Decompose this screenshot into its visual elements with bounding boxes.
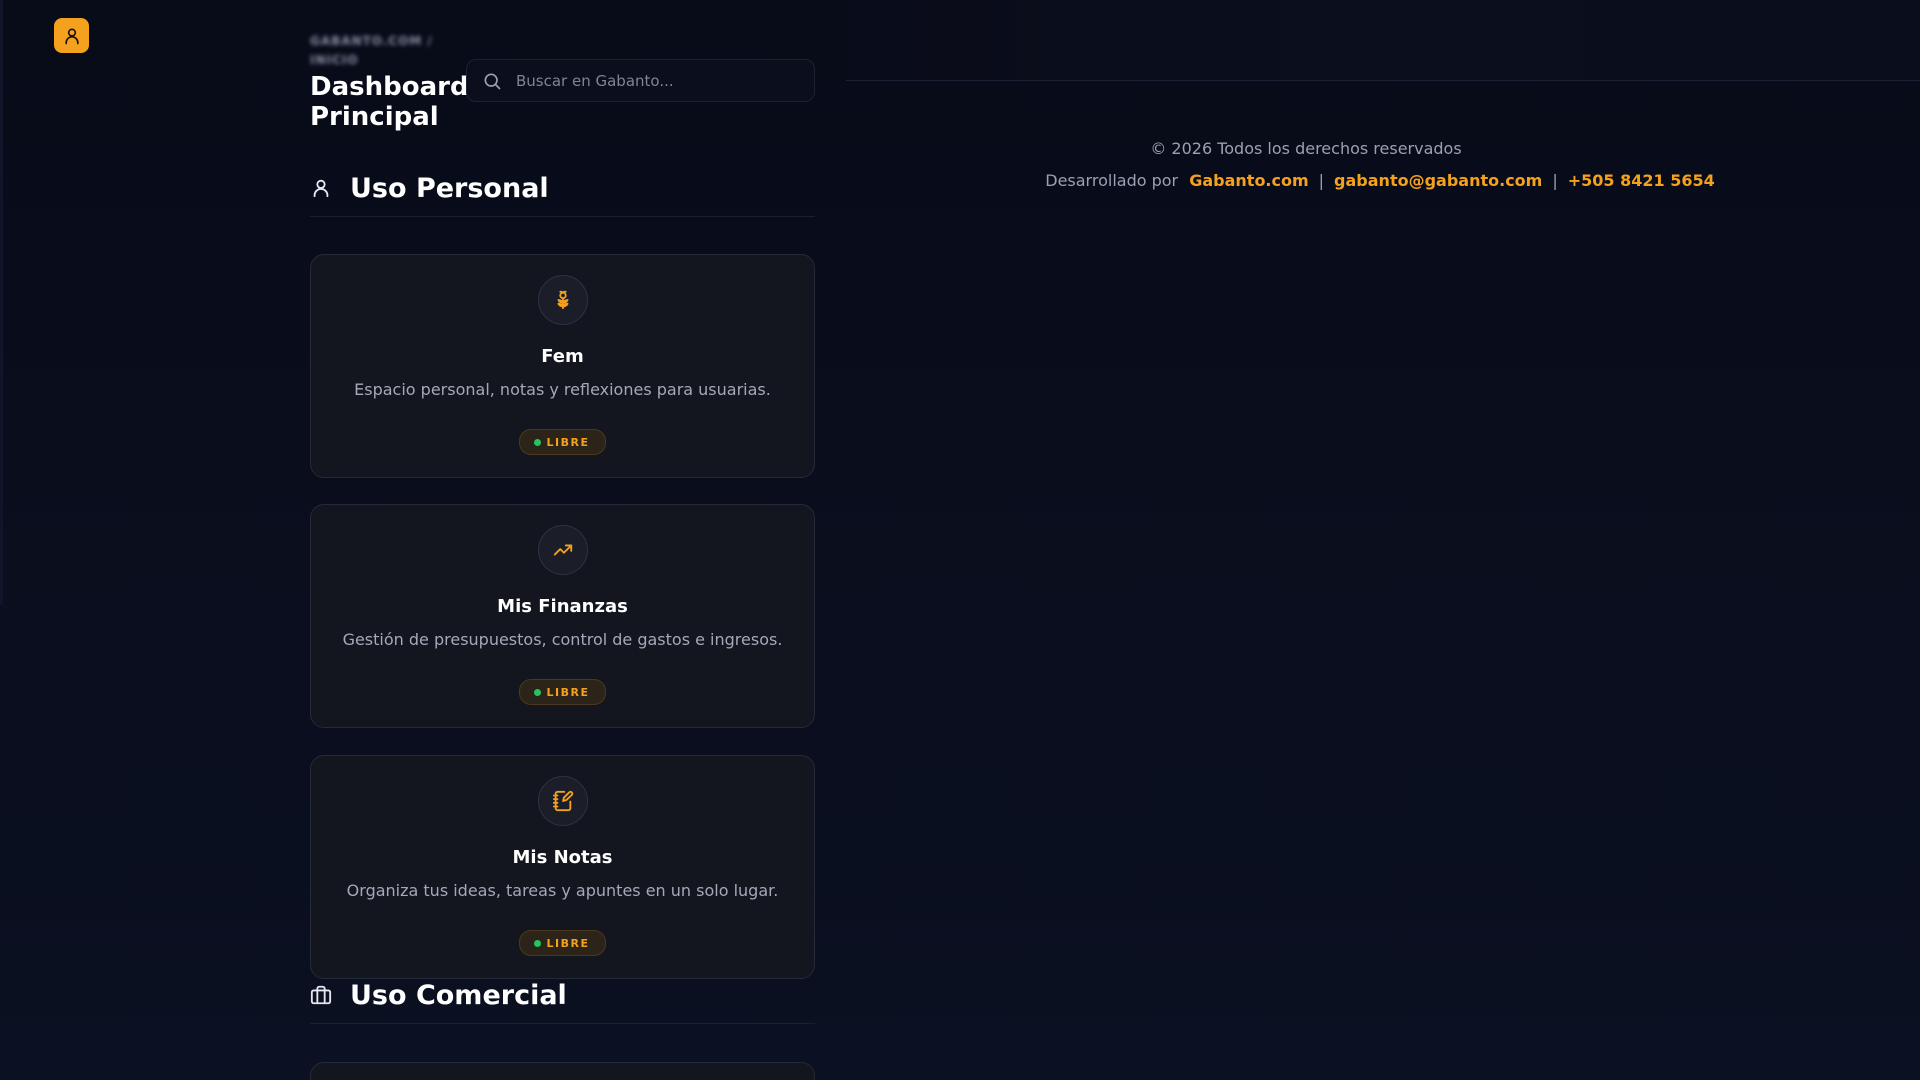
status-dot <box>533 939 541 947</box>
separator: | <box>1552 171 1558 190</box>
user-icon <box>62 26 82 46</box>
footer: © 2026 Todos los derechos reservados Des… <box>846 136 1920 196</box>
section-title: Uso Comercial <box>350 979 567 1011</box>
search-icon <box>482 71 502 91</box>
card-description: Gestión de presupuestos, control de gast… <box>342 630 783 649</box>
header-divider <box>846 80 1920 81</box>
app-card-partial[interactable] <box>310 1062 815 1080</box>
status-badge: LIBRE <box>518 679 607 705</box>
search-box[interactable] <box>466 59 815 102</box>
status-badge: LIBRE <box>518 930 607 956</box>
page-title: Dashboard Principal <box>310 72 469 132</box>
notebook-pen-icon <box>537 776 588 826</box>
app-card-fem[interactable]: Fem Espacio personal, notas y reflexione… <box>310 254 815 478</box>
email-link[interactable]: gabanto@gabanto.com <box>1334 171 1542 190</box>
status-dot <box>533 688 541 696</box>
card-title: Fem <box>541 346 584 367</box>
user-menu-button[interactable] <box>54 18 89 53</box>
site-link[interactable]: Gabanto.com <box>1189 171 1308 190</box>
status-dot <box>533 438 541 446</box>
breadcrumb: GABANTO.COM / INICIO <box>310 34 433 67</box>
app-card-mis-finanzas[interactable]: Mis Finanzas Gestión de presupuestos, co… <box>310 504 815 728</box>
separator: | <box>1318 171 1325 190</box>
copyright-text: © 2026 Todos los derechos reservados <box>1150 139 1462 158</box>
phone-link[interactable]: +505 8421 5654 <box>1568 171 1715 190</box>
top-bar <box>846 0 1920 80</box>
app-card-mis-notas[interactable]: Mis Notas Organiza tus ideas, tareas y a… <box>310 755 815 979</box>
developer-credits: Desarrollado por Gabanto.com | gabanto@gab… <box>846 166 1920 196</box>
developed-by-label: Desarrollado por <box>1045 171 1179 190</box>
badge-label: LIBRE <box>546 435 590 449</box>
badge-label: LIBRE <box>546 936 590 950</box>
card-title: Mis Notas <box>512 847 613 868</box>
trending-up-icon <box>537 525 588 575</box>
card-description: Espacio personal, notas y reflexiones pa… <box>354 380 771 399</box>
briefcase-icon <box>310 984 332 1006</box>
flower-icon <box>537 275 588 325</box>
card-title: Mis Finanzas <box>497 596 628 617</box>
section-header-comercial: Uso Comercial <box>310 967 815 1024</box>
section-title: Uso Personal <box>350 172 549 204</box>
search-input[interactable] <box>514 70 814 91</box>
card-description: Organiza tus ideas, tareas y apuntes en … <box>346 881 779 900</box>
sidebar-edge <box>0 0 3 605</box>
section-header-personal: Uso Personal <box>310 160 815 217</box>
dashboard-page: GABANTO.COM / INICIO Dashboard Principal… <box>0 0 1920 1080</box>
user-icon <box>310 177 332 199</box>
badge-label: LIBRE <box>546 685 590 699</box>
status-badge: LIBRE <box>518 429 607 455</box>
